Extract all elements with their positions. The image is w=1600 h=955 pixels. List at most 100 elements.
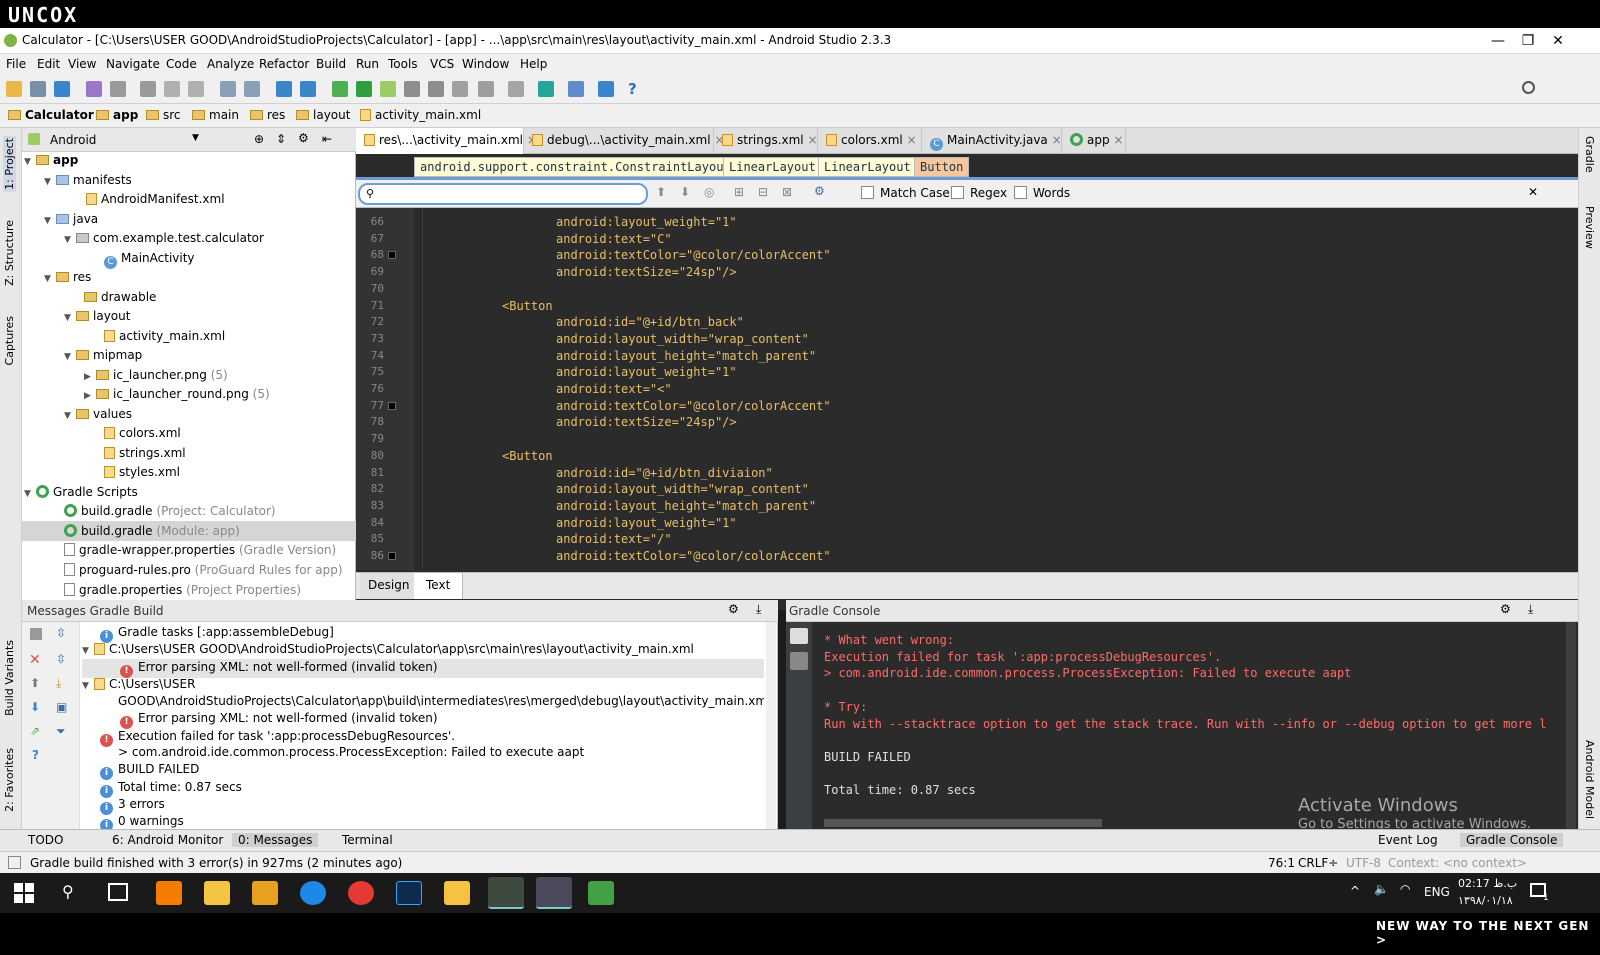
tool-window-build-variants[interactable]: Build Variants [3,640,16,716]
message-row[interactable]: i0 warnings [100,813,184,829]
windows-start-icon[interactable] [14,883,34,903]
opera-browser-icon[interactable] [348,881,374,905]
breadcrumb-app[interactable]: app [96,108,138,122]
tab-app-gradle[interactable]: app × [1062,128,1126,154]
remove-selection-icon[interactable]: ⊟ [758,185,768,199]
menu-view[interactable]: View [68,57,96,71]
export-icon[interactable]: ⤓ [56,676,61,691]
gear-icon[interactable]: ⚙ [1500,602,1511,616]
message-row[interactable]: ▼ C:\Users\USER GOOD\AndroidStudioProject… [82,641,694,660]
tool-window-captures[interactable]: Captures [3,316,16,365]
gear-icon[interactable]: ⚙ [728,602,739,616]
tab-strings[interactable]: strings.xml × [714,128,818,154]
close-tab-icon[interactable]: × [807,133,817,147]
menu-file[interactable]: File [6,57,26,71]
open-folder-icon[interactable] [6,81,22,97]
tree-item-gradle-scripts[interactable]: ▼ Gradle Scripts [24,482,138,502]
tree-item-proguard[interactable]: proguard-rules.pro (ProGuard Rules for a… [64,560,343,580]
tab-debug-activity-main[interactable]: debug\...\activity_main.xml × [524,128,724,154]
tab-text[interactable]: Text [414,573,464,599]
filter-icon[interactable]: ⏷ [56,724,66,739]
media-player-icon[interactable] [252,881,278,905]
photoshop-icon[interactable] [396,881,422,905]
previous-occurrence-icon[interactable]: ⬆ [656,185,666,199]
close-icon[interactable]: ✕ [29,652,41,668]
context-indicator[interactable]: Context: <no context> [1388,856,1527,870]
tab-android-monitor[interactable]: 6: Android Monitor [112,833,223,847]
cut-icon[interactable] [140,81,156,97]
message-row[interactable]: ! Error parsing XML: not well-formed (inv… [120,710,438,729]
tree-item-manifests[interactable]: ▼ manifests [44,170,132,190]
close-tab-icon[interactable]: × [1052,133,1062,147]
tree-item-ic-launcher[interactable]: ▶ ic_launcher.png (5) [84,365,228,385]
collapse-all-icon[interactable]: ⇳ [56,652,66,666]
regex-checkbox[interactable]: Regex [951,186,1007,200]
next-occurrence-icon[interactable]: ⬇ [680,185,690,199]
select-all-icon[interactable]: ⊠ [782,185,792,199]
tree-item-mainactivity[interactable]: C MainActivity [104,248,195,269]
color-swatch-icon[interactable] [388,251,396,260]
breadcrumb-file[interactable]: activity_main.xml [360,108,481,122]
find-icon[interactable] [220,81,236,97]
hide-panel-icon[interactable]: ⇤ [322,132,332,146]
up-icon[interactable]: ⬆ [30,676,40,690]
help-icon[interactable]: ? [628,81,644,97]
message-row[interactable]: > com.android.ide.common.process.Process… [118,744,584,761]
run-icon[interactable] [356,81,372,97]
preview-icon[interactable]: ▣ [56,700,67,714]
file-explorer-icon[interactable] [204,881,230,905]
project-structure-icon[interactable] [568,81,584,97]
tree-item-layout[interactable]: ▼ layout [64,306,130,326]
scrollbar[interactable] [1566,622,1576,829]
sdk-download-icon[interactable] [598,81,614,97]
tool-window-gradle[interactable]: Gradle [1583,136,1596,173]
minimize-button[interactable]: — [1483,31,1513,51]
down-icon[interactable]: ⬇ [30,700,40,714]
menu-code[interactable]: Code [166,57,197,71]
tree-item-build-gradle-project[interactable]: build.gradle (Project: Calculator) [64,501,276,521]
maximize-button[interactable]: ❐ [1513,31,1543,51]
menu-edit[interactable]: Edit [37,57,60,71]
wifi-icon[interactable]: ◠ [1400,882,1410,896]
tree-item-app[interactable]: ▼ app [24,150,78,170]
stop-process-icon[interactable] [478,81,494,97]
tab-gradle-console[interactable]: Gradle Console [1460,833,1564,847]
sdk-manager-icon[interactable] [508,81,524,97]
collapse-icon[interactable]: ⇕ [276,132,286,146]
close-tab-icon[interactable]: × [1113,133,1123,147]
horizontal-scrollbar[interactable] [824,819,1102,827]
breadcrumb-src[interactable]: src [146,108,181,122]
gear-icon[interactable]: ⚙ [298,131,309,145]
tool-window-project[interactable]: 1: Project [3,136,16,192]
save-icon[interactable] [30,81,46,97]
console-output[interactable]: * What went wrong: Execution failed for t… [786,632,1546,822]
back-icon[interactable] [276,81,292,97]
forward-icon[interactable] [300,81,316,97]
menu-tools[interactable]: Tools [388,57,418,71]
search-everywhere-icon[interactable] [1522,81,1535,94]
tree-item-activity-main[interactable]: activity_main.xml [104,326,225,346]
chrome-icon[interactable] [444,881,470,905]
open-file-icon[interactable]: ⇗ [30,724,40,738]
tool-window-preview[interactable]: Preview [1583,206,1596,249]
caret-position[interactable]: 76:1 [1268,856,1295,870]
tree-item-strings[interactable]: strings.xml [104,443,186,463]
hide-panel-icon[interactable]: ⤓ [1528,602,1533,617]
file-encoding[interactable]: UTF-8 [1346,856,1381,870]
filter-gear-icon[interactable]: ⚙ [814,184,825,198]
match-case-checkbox[interactable]: Match Case [861,186,950,200]
xml-crumb-button[interactable]: Button [914,157,970,177]
tab-event-log[interactable]: Event Log [1378,833,1438,847]
color-swatch-icon[interactable] [388,401,396,410]
language-indicator[interactable]: ENG [1424,885,1450,899]
tree-item-res[interactable]: ▼ res [44,267,91,287]
clock-time[interactable]: 02:17 ب.ظ [1458,877,1517,890]
search-icon[interactable]: ⚲ [62,882,74,901]
code-editor[interactable]: android:layout_weight="1" android:text="C… [414,208,1564,570]
sync-scroll-icon[interactable]: ⊕ [254,132,264,146]
stop-icon[interactable] [30,628,42,640]
tool-window-favorites[interactable]: 2: Favorites [3,748,16,812]
menu-refactor[interactable]: Refactor [259,57,309,71]
tool-window-structure[interactable]: Z: Structure [3,220,16,286]
sync-icon[interactable] [54,81,70,97]
